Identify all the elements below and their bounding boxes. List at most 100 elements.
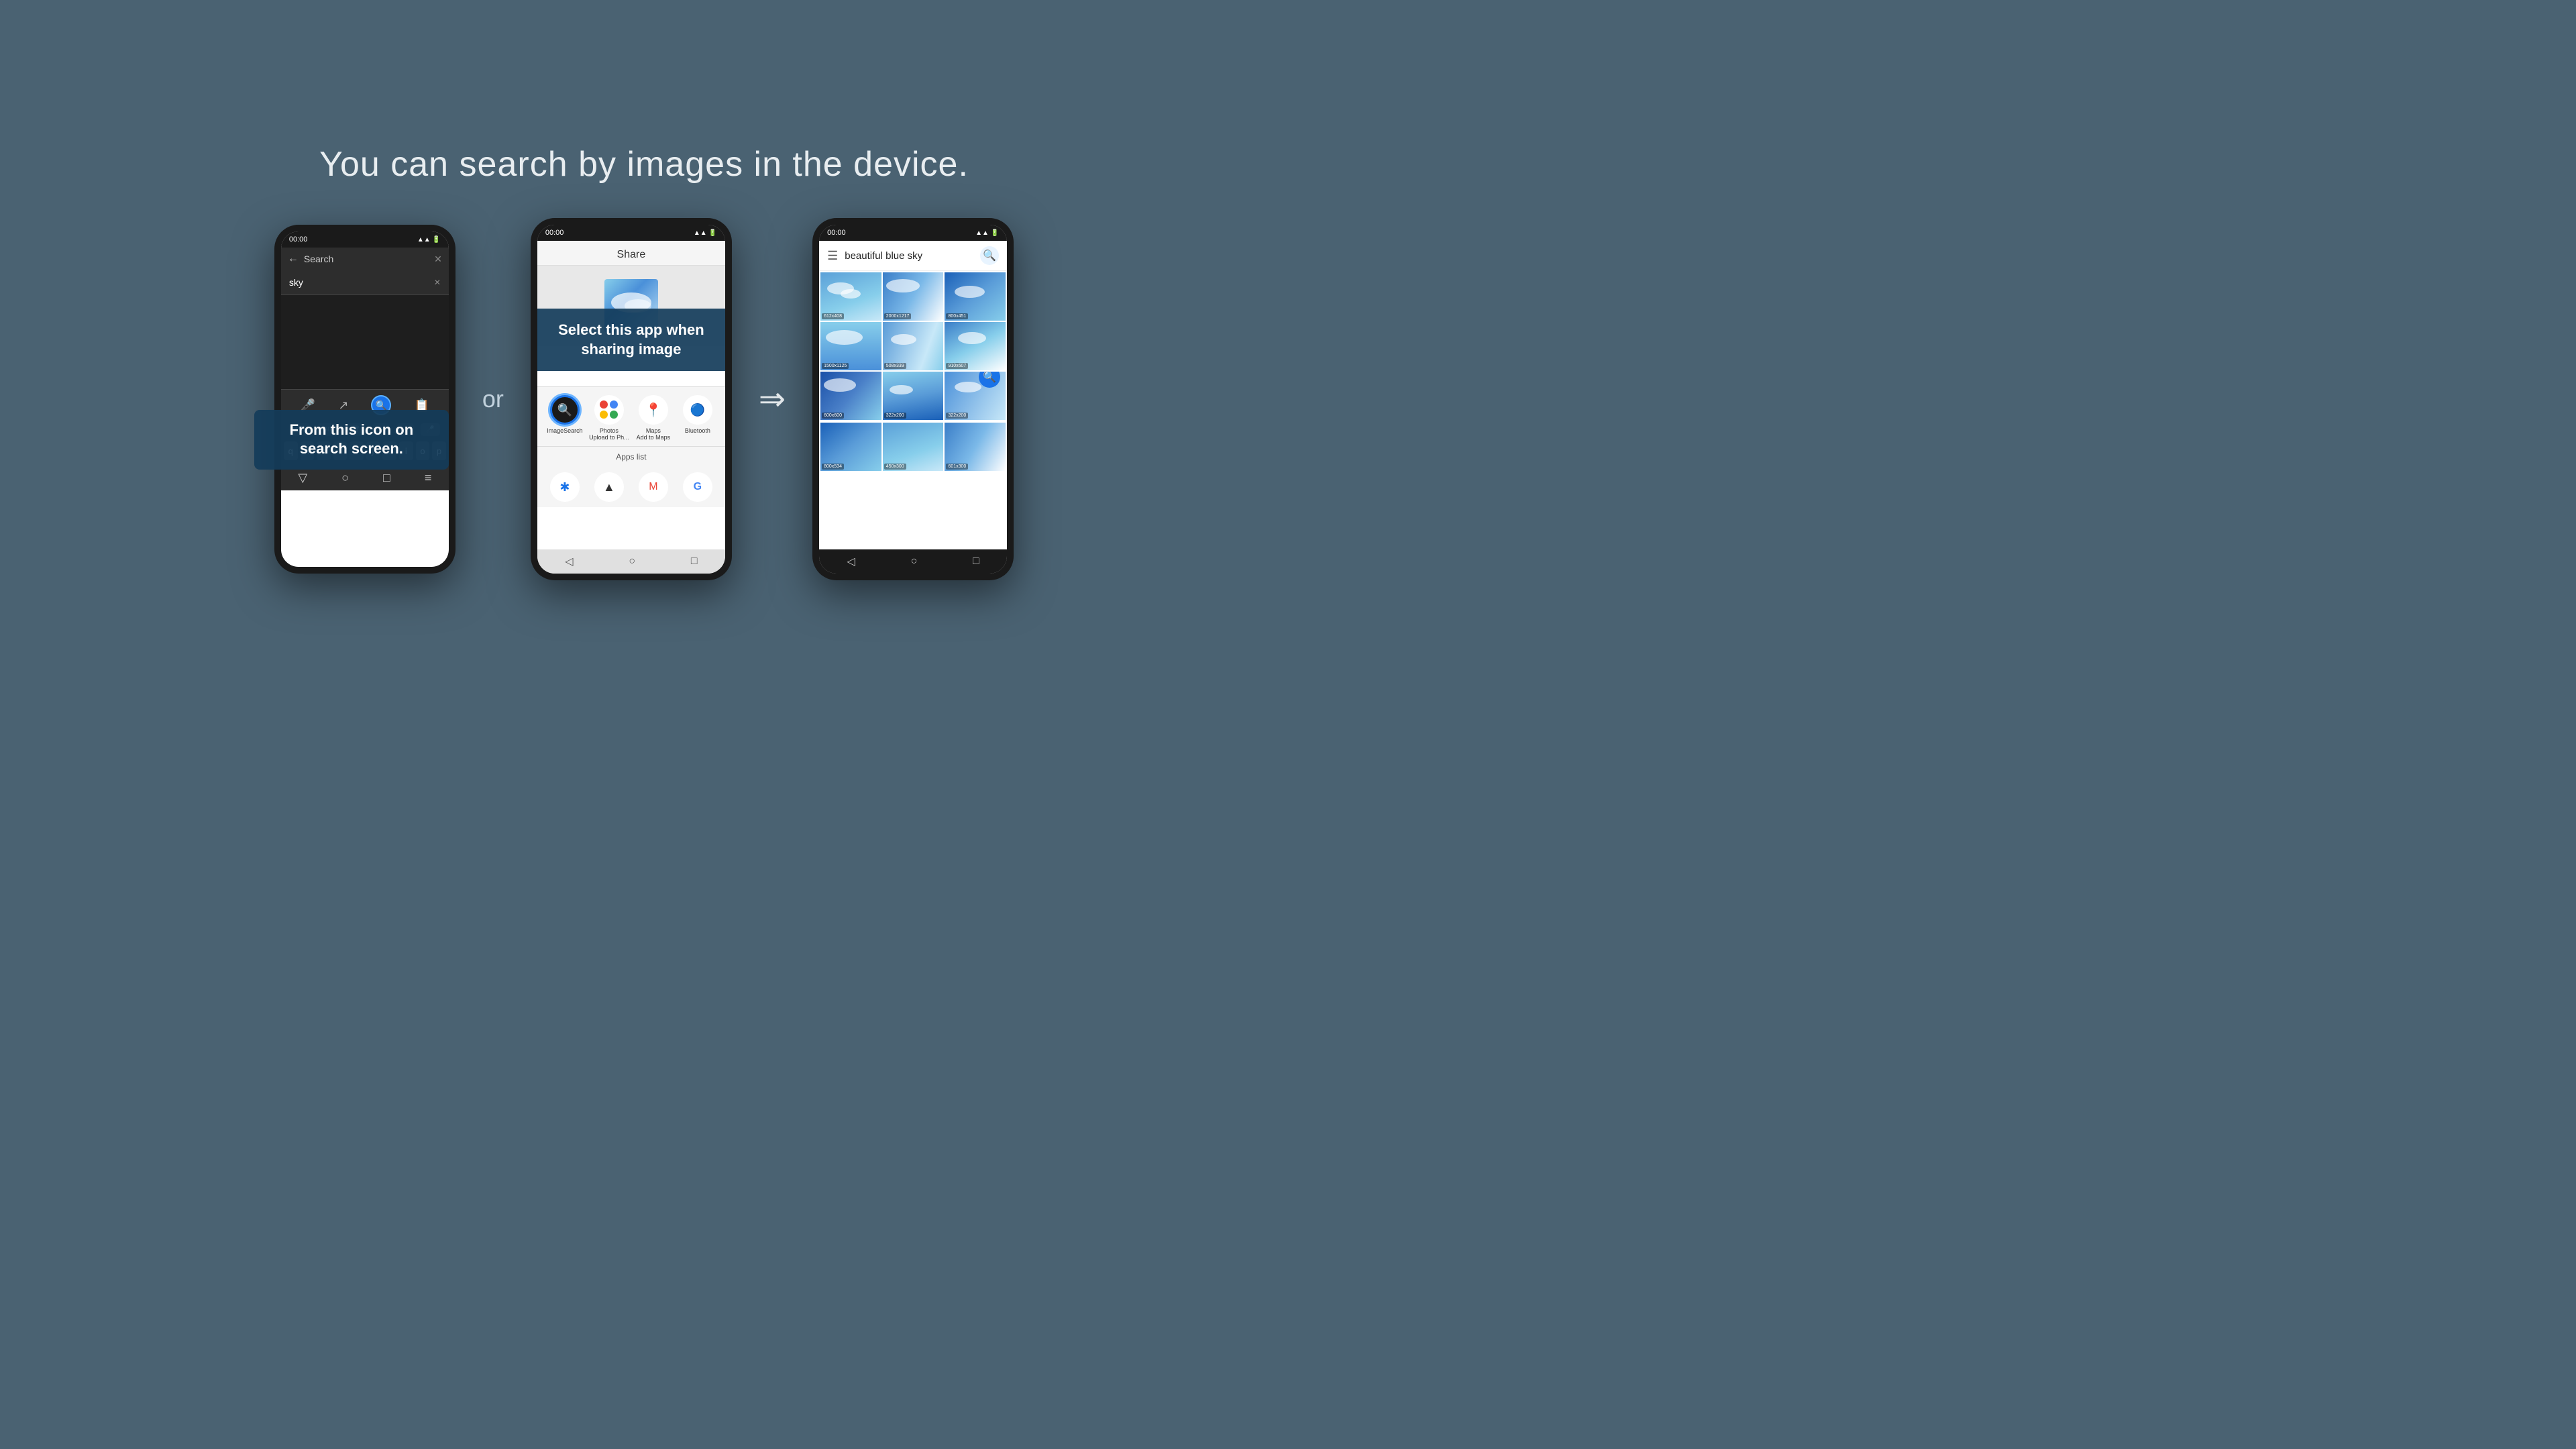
phone-1-status-icons: ▲▲ 🔋 <box>417 236 441 244</box>
phone-1-screen: 00:00 ▲▲ 🔋 ← Search ✕ sky ✕ 🎤 ↗ 🔍 📋 <box>281 231 449 567</box>
cloud-2 <box>841 289 861 299</box>
google-icon[interactable]: G <box>683 472 712 502</box>
imagesearch-icon[interactable]: 🔍 <box>550 395 580 425</box>
grid-cell-9[interactable]: 322x200 🔍 <box>945 372 1006 420</box>
apps-list-text: Apps list <box>616 452 646 462</box>
cloud-7 <box>958 332 986 344</box>
phone-3-toolbar: ☰ beautiful blue sky 🔍 <box>819 241 1007 271</box>
phone-2-tooltip: Select this app when sharing image <box>537 309 725 371</box>
phone-1: 00:00 ▲▲ 🔋 ← Search ✕ sky ✕ 🎤 ↗ 🔍 📋 <box>274 225 455 574</box>
grid-label-4: 1500x1125 <box>822 363 849 369</box>
grid-label-8: 322x200 <box>884 413 906 419</box>
toolbar-search-icon[interactable]: 🔍 <box>980 246 999 265</box>
maps-icon[interactable]: 📍 <box>639 395 668 425</box>
grid-label-3: 800x451 <box>946 313 968 319</box>
phones-container: 00:00 ▲▲ 🔋 ← Search ✕ sky ✕ 🎤 ↗ 🔍 📋 <box>274 218 1014 580</box>
app-maps[interactable]: 📍 MapsAdd to Maps <box>633 395 674 441</box>
cloud-10 <box>955 382 981 392</box>
grid-cell-11[interactable]: 450x300 <box>883 423 944 471</box>
search-field[interactable]: Search <box>304 254 429 264</box>
query-clear-icon[interactable]: ✕ <box>434 278 441 287</box>
phone-1-tooltip: From this icon on search screen. <box>254 410 449 470</box>
photos-icon[interactable] <box>594 395 624 425</box>
phone3-nav-home[interactable]: ○ <box>911 555 918 568</box>
nav-menu-icon[interactable]: ≡ <box>425 471 432 485</box>
grid-cell-1[interactable]: 612x408 <box>820 272 881 321</box>
arrow-connector: ⇒ <box>759 380 786 418</box>
app-bluetooth2[interactable]: ✱ <box>545 472 585 502</box>
gmail-icon[interactable]: M <box>639 472 668 502</box>
phone-2: 00:00 ▲▲ 🔋 Share Select this app when sh… <box>531 218 732 580</box>
grid-cell-10[interactable]: 800x534 <box>820 423 881 471</box>
phone-3-time: 00:00 <box>827 229 846 237</box>
grid-cell-4[interactable]: 1500x1125 <box>820 322 881 370</box>
app-imagesearch-label: ImageSearch <box>547 427 583 434</box>
grid-label-7: 600x600 <box>822 413 844 419</box>
drive-icon-shape: ▲ <box>603 480 615 494</box>
grid-cell-3[interactable]: 800x451 <box>945 272 1006 321</box>
app-drive[interactable]: ▲ <box>589 472 629 502</box>
app-bluetooth[interactable]: 🔵 Bluetooth <box>678 395 718 441</box>
phone3-nav-recents[interactable]: □ <box>973 555 979 568</box>
grid-label-11: 450x300 <box>884 464 906 470</box>
cloud-9 <box>890 385 913 394</box>
app-photos[interactable]: PhotosUpload to Ph... <box>589 395 629 441</box>
photos-q1 <box>600 400 608 409</box>
phone-1-time: 00:00 <box>289 235 308 244</box>
grid-cell-12[interactable]: 601x300 <box>945 423 1006 471</box>
share-header: Share <box>537 241 725 266</box>
photos-q3 <box>600 411 608 419</box>
grid-label-1: 612x408 <box>822 313 844 319</box>
phone-2-nav: ◁ ○ □ <box>537 549 725 574</box>
back-arrow-icon[interactable]: ← <box>288 253 299 265</box>
phone-3-nav: ◁ ○ □ <box>819 549 1007 574</box>
drive-icon[interactable]: ▲ <box>594 472 624 502</box>
bluetooth2-icon[interactable]: ✱ <box>550 472 580 502</box>
app-imagesearch[interactable]: 🔍 ImageSearch <box>545 395 585 441</box>
phone2-nav-recents[interactable]: □ <box>691 555 698 568</box>
grid-cell-5[interactable]: 508x339 <box>883 322 944 370</box>
photos-icon-grid <box>600 400 619 419</box>
phone-3: 00:00 ▲▲ 🔋 ☰ beautiful blue sky 🔍 612x40… <box>812 218 1014 580</box>
grid-cell-2[interactable]: 2000x1217 <box>883 272 944 321</box>
cloud-5 <box>826 330 863 345</box>
phone2-nav-home[interactable]: ○ <box>629 555 635 568</box>
google-icon-shape: G <box>694 481 702 493</box>
apps-list-label: Apps list <box>537 446 725 467</box>
phone3-nav-back[interactable]: ◁ <box>847 555 855 568</box>
page-title: You can search by images in the device. <box>319 144 969 184</box>
search-clear-icon[interactable]: ✕ <box>434 254 442 265</box>
phone-1-searchbar[interactable]: ← Search ✕ <box>281 248 449 270</box>
or-connector: or <box>482 385 504 413</box>
search-inner-icon: 🔍 <box>557 403 572 417</box>
app-google[interactable]: G <box>678 472 718 502</box>
query-text: sky <box>289 277 303 288</box>
image-grid: 612x408 2000x1217 800x451 <box>819 271 1007 421</box>
nav-recents-icon[interactable]: □ <box>383 471 390 485</box>
app-gmail[interactable]: M <box>633 472 674 502</box>
bluetooth-icon-shape: 🔵 <box>690 403 705 417</box>
cloud-8 <box>824 378 856 392</box>
grid-cell-8[interactable]: 322x200 <box>883 372 944 420</box>
app-bluetooth-label: Bluetooth <box>685 427 710 434</box>
grid-label-9: 322x200 <box>946 413 968 419</box>
phone-3-status-icons: ▲▲ 🔋 <box>975 229 999 237</box>
hamburger-icon[interactable]: ☰ <box>827 249 838 263</box>
bluetooth-icon[interactable]: 🔵 <box>683 395 712 425</box>
cloud-6 <box>891 334 916 345</box>
phone-1-dark-area <box>281 295 449 389</box>
nav-home-icon[interactable]: ○ <box>341 471 349 485</box>
phone2-nav-back[interactable]: ◁ <box>565 555 573 568</box>
apps-row: 🔍 ImageSearch PhotosUpload to Ph <box>537 386 725 446</box>
gmail-icon-shape: M <box>649 481 657 493</box>
phone-1-query-row: sky ✕ <box>281 270 449 295</box>
grid-cell-7[interactable]: 600x600 <box>820 372 881 420</box>
nav-back-icon[interactable]: ▽ <box>298 471 307 485</box>
grid-cell-6[interactable]: 910x607 <box>945 322 1006 370</box>
bluetooth2-icon-shape: ✱ <box>559 480 570 494</box>
phone-1-tooltip-text: From this icon on search screen. <box>290 421 414 458</box>
phone-2-screen: 00:00 ▲▲ 🔋 Share Select this app when sh… <box>537 225 725 574</box>
photos-q2 <box>610 400 618 409</box>
grid-label-6: 910x607 <box>946 363 968 369</box>
maps-icon-shape: 📍 <box>645 402 661 419</box>
